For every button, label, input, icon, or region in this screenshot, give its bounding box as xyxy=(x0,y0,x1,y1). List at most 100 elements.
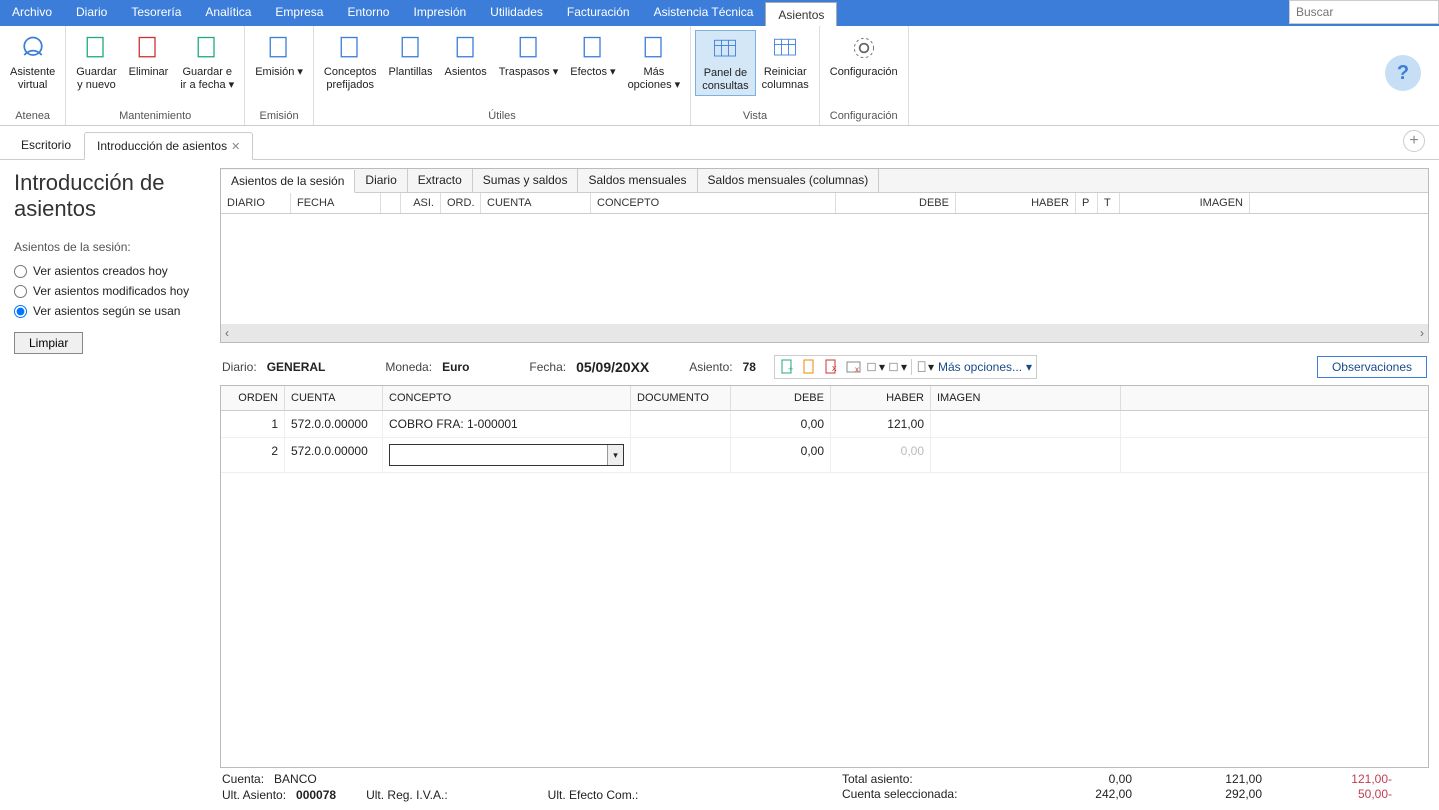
entry-cell[interactable] xyxy=(631,411,731,437)
doc-dd-icon[interactable]: ▾ xyxy=(916,358,934,376)
diario-label: Diario: xyxy=(222,360,257,374)
entry-cell[interactable] xyxy=(931,438,1121,472)
subtab-2[interactable]: Extracto xyxy=(408,169,473,192)
efectos-button[interactable]: Efectos ▾ xyxy=(564,30,621,81)
entry-row[interactable]: 1572.0.0.00000COBRO FRA: 1-000001 0,00121… xyxy=(221,411,1428,438)
guardar-ir-fecha-button[interactable]: Guardar e ir a fecha ▾ xyxy=(174,30,240,94)
entry-cell[interactable] xyxy=(931,411,1121,437)
entry-cell[interactable]: 0,00 xyxy=(731,438,831,472)
grid-delete-icon[interactable]: x xyxy=(845,358,863,376)
menu-diario[interactable]: Diario xyxy=(64,0,119,26)
entry-row[interactable]: 2572.0.0.00000 ▾ 0,000,00 xyxy=(221,438,1428,473)
entry-col-cuenta[interactable]: CUENTA xyxy=(285,386,383,410)
entry-col-concepto[interactable]: CONCEPTO xyxy=(383,386,631,410)
configuracion-icon xyxy=(848,32,880,64)
menu-impresión[interactable]: Impresión xyxy=(401,0,478,26)
menu-tesorería[interactable]: Tesorería xyxy=(119,0,193,26)
eliminar-button[interactable]: Eliminar xyxy=(123,30,175,81)
doc-delete-icon[interactable]: x xyxy=(823,358,841,376)
mas-opciones-ribbon-button[interactable]: Más opciones ▾ xyxy=(622,30,687,94)
entry-cell[interactable] xyxy=(631,438,731,472)
asistente-virtual-button[interactable]: Asistente virtual xyxy=(4,30,61,94)
scroll-left-icon[interactable]: ‹ xyxy=(225,326,229,340)
subtab-4[interactable]: Saldos mensuales xyxy=(578,169,697,192)
tab-escritorio[interactable]: Escritorio xyxy=(8,131,84,159)
radio-input-0[interactable] xyxy=(14,265,27,278)
doc-edit-icon[interactable] xyxy=(801,358,819,376)
panel-consultas-button[interactable]: Panel de consultas xyxy=(695,30,755,96)
plantillas-button[interactable]: Plantillas xyxy=(383,30,439,81)
entry-col-documento[interactable]: DOCUMENTO xyxy=(631,386,731,410)
entry-cell[interactable]: COBRO FRA: 1-000001 xyxy=(383,411,631,437)
concepto-input[interactable] xyxy=(390,445,607,465)
upper-col-T[interactable]: T xyxy=(1098,193,1120,213)
mas-opciones-button[interactable]: Más opciones... ▾ xyxy=(938,360,1032,374)
entry-cell[interactable]: 1 xyxy=(221,411,285,437)
entry-cell[interactable]: 2 xyxy=(221,438,285,472)
entry-col-debe[interactable]: DEBE xyxy=(731,386,831,410)
observaciones-button[interactable]: Observaciones xyxy=(1317,356,1427,378)
radio-0[interactable]: Ver asientos creados hoy xyxy=(14,264,206,278)
entry-cell[interactable]: 572.0.0.00000 xyxy=(285,411,383,437)
menu-entorno[interactable]: Entorno xyxy=(335,0,401,26)
asistente-virtual-icon xyxy=(17,32,49,64)
radio-1[interactable]: Ver asientos modificados hoy xyxy=(14,284,206,298)
radio-input-1[interactable] xyxy=(14,285,27,298)
concepto-dropdown-icon[interactable]: ▾ xyxy=(607,445,623,465)
subtab-1[interactable]: Diario xyxy=(355,169,407,192)
configuracion-button[interactable]: Configuración xyxy=(824,30,904,81)
menu-empresa[interactable]: Empresa xyxy=(263,0,335,26)
asiento-label: Asiento: xyxy=(689,360,732,374)
upper-col-FECHA[interactable]: FECHA xyxy=(291,193,381,213)
limpiar-button[interactable]: Limpiar xyxy=(14,332,83,354)
upper-col-DIARIO[interactable]: DIARIO xyxy=(221,193,291,213)
ribbon: Asistente virtualAteneaGuardar y nuevoEl… xyxy=(0,26,1439,126)
conceptos-prefijados-button[interactable]: Conceptos prefijados xyxy=(318,30,383,94)
menu-analítica[interactable]: Analítica xyxy=(193,0,263,26)
subtab-3[interactable]: Sumas y saldos xyxy=(473,169,579,192)
eliminar-icon xyxy=(132,32,164,64)
upper-col-ASI.[interactable]: ASI. xyxy=(401,193,441,213)
reiniciar-columnas-button[interactable]: Reiniciar columnas xyxy=(756,30,815,94)
ult-asiento-value: 000078 xyxy=(296,788,336,802)
entry-cell[interactable]: 0,00 xyxy=(831,438,931,472)
upper-col-CUENTA[interactable]: CUENTA xyxy=(481,193,591,213)
menu-archivo[interactable]: Archivo xyxy=(0,0,64,26)
upper-col-HABER[interactable]: HABER xyxy=(956,193,1076,213)
upper-col-blank[interactable] xyxy=(381,193,401,213)
entry-col-orden[interactable]: ORDEN xyxy=(221,386,285,410)
close-icon[interactable]: ✕ xyxy=(231,141,240,153)
search-input[interactable] xyxy=(1289,0,1439,24)
subtab-0[interactable]: Asientos de la sesión xyxy=(221,170,355,193)
entry-col-imagen[interactable]: IMAGEN xyxy=(931,386,1121,410)
radio-2[interactable]: Ver asientos según se usan xyxy=(14,304,206,318)
menu-utilidades[interactable]: Utilidades xyxy=(478,0,555,26)
add-tab-button[interactable]: + xyxy=(1403,130,1425,152)
asientos-util-button[interactable]: Asientos xyxy=(439,30,493,81)
radio-input-2[interactable] xyxy=(14,305,27,318)
upper-col-CONCEPTO[interactable]: CONCEPTO xyxy=(591,193,836,213)
entry-cell[interactable]: 121,00 xyxy=(831,411,931,437)
subtab-5[interactable]: Saldos mensuales (columnas) xyxy=(698,169,880,192)
menu-facturación[interactable]: Facturación xyxy=(555,0,642,26)
horizontal-scrollbar[interactable]: ‹ › xyxy=(221,324,1428,342)
upper-col-P[interactable]: P xyxy=(1076,193,1098,213)
guardar-nuevo-button[interactable]: Guardar y nuevo xyxy=(70,30,122,94)
entry-col-haber[interactable]: HABER xyxy=(831,386,931,410)
entry-cell[interactable]: 572.0.0.00000 xyxy=(285,438,383,472)
doc-add-icon[interactable]: + xyxy=(779,358,797,376)
scroll-right-icon[interactable]: › xyxy=(1420,326,1424,340)
upper-col-IMAGEN[interactable]: IMAGEN xyxy=(1120,193,1250,213)
upper-col-DEBE[interactable]: DEBE xyxy=(836,193,956,213)
traspasos-button[interactable]: Traspasos ▾ xyxy=(493,30,565,81)
grid-dd1-icon[interactable]: ▾ xyxy=(867,358,885,376)
upper-col-ORD.[interactable]: ORD. xyxy=(441,193,481,213)
entry-cell[interactable]: ▾ xyxy=(383,438,631,472)
tab-introducción-de-asientos[interactable]: Introducción de asientos✕ xyxy=(84,132,253,160)
grid-dd2-icon[interactable]: ▾ xyxy=(889,358,907,376)
entry-cell[interactable]: 0,00 xyxy=(731,411,831,437)
help-icon[interactable]: ? xyxy=(1385,55,1421,91)
menu-asistencia-técnica[interactable]: Asistencia Técnica xyxy=(642,0,766,26)
menu-asientos[interactable]: Asientos xyxy=(765,2,837,26)
emision-button[interactable]: Emisión ▾ xyxy=(249,30,309,81)
